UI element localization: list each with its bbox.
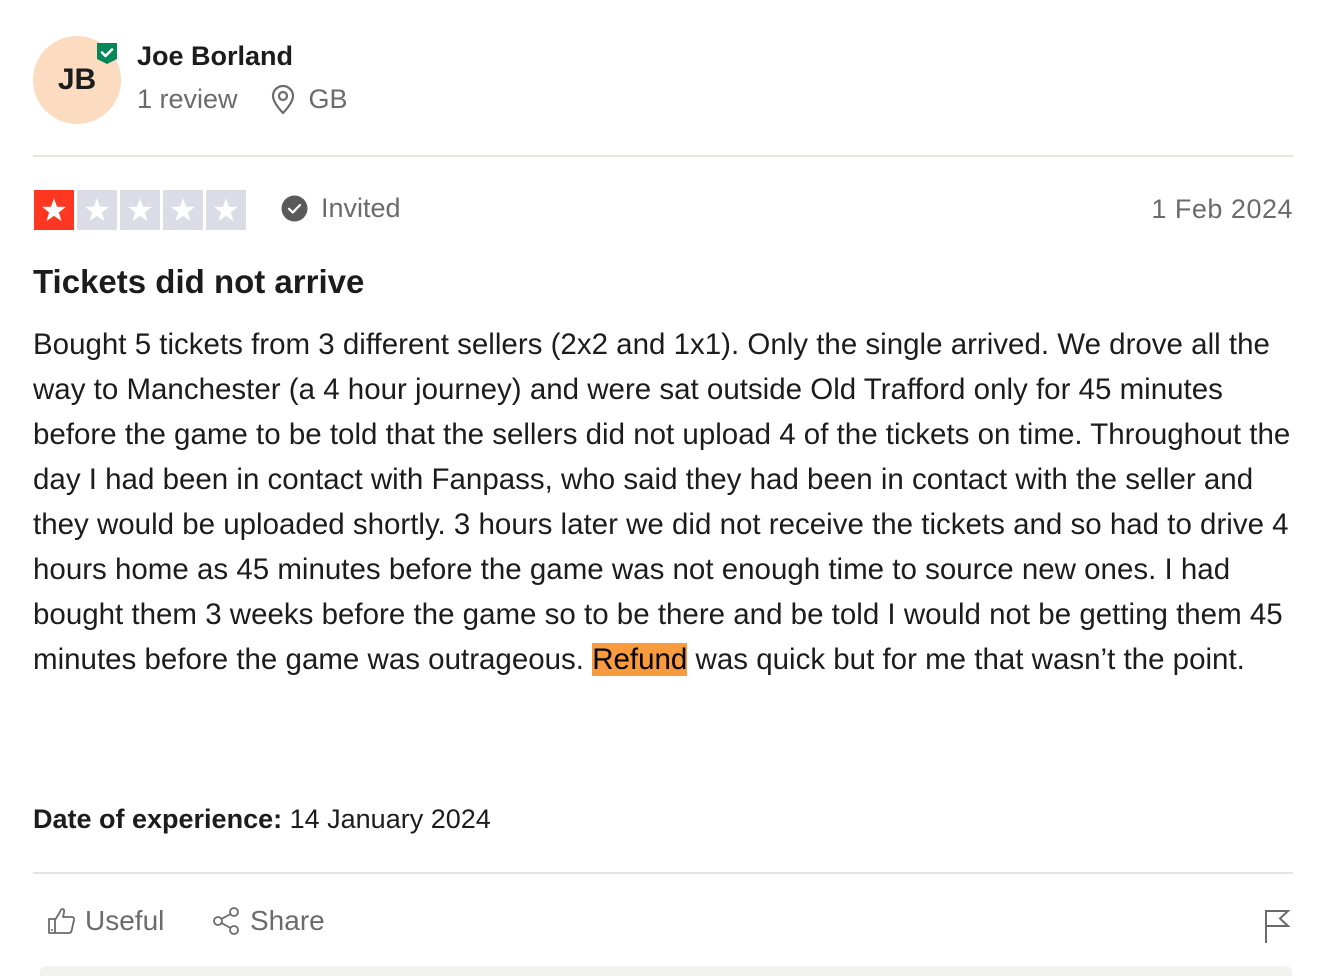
star-empty <box>163 190 203 230</box>
star-filled <box>34 190 74 230</box>
experience-date: 14 January 2024 <box>289 804 491 834</box>
consumer-meta: 1 review GB <box>137 84 348 115</box>
review-text: Bought 5 tickets from 3 different seller… <box>33 328 1291 676</box>
share-label: Share <box>250 905 325 936</box>
star-icon <box>128 198 152 221</box>
check-circle-icon <box>281 195 308 222</box>
star-empty <box>120 190 160 230</box>
star-icon <box>171 198 195 221</box>
review-count: 1 review <box>137 84 238 114</box>
star-empty <box>77 190 117 230</box>
consumer-info: JB Joe Borland 1 review GB <box>33 36 633 126</box>
map-pin-icon <box>271 84 294 114</box>
share-icon <box>213 907 239 935</box>
useful-label: Useful <box>85 905 165 936</box>
verified-badge-icon <box>97 43 117 64</box>
experience-label: Date of experience: <box>33 804 283 834</box>
date-of-experience: Date of experience: 14 January 2024 <box>33 804 491 835</box>
share-button[interactable]: Share <box>212 905 325 937</box>
consumer-location: GB <box>270 84 348 115</box>
report-button[interactable] <box>1263 908 1293 944</box>
invited-label[interactable]: Invited <box>281 193 401 224</box>
thumbs-up-icon <box>48 908 76 934</box>
flag-icon <box>1265 910 1291 943</box>
next-review-card-edge <box>40 966 1292 976</box>
review-actions: Useful Share <box>33 905 1293 949</box>
consumer-name[interactable]: Joe Borland <box>137 41 293 72</box>
review-title[interactable]: Tickets did not arrive <box>33 263 364 301</box>
useful-button[interactable]: Useful <box>47 905 164 937</box>
review-text-end: was quick but for me that wasn’t the poi… <box>687 643 1245 676</box>
location-code: GB <box>308 84 348 114</box>
review-date: 1 Feb 2024 <box>1151 194 1293 224</box>
invited-text: Invited <box>321 193 401 223</box>
highlighted-keyword: Refund <box>592 643 688 676</box>
divider <box>33 155 1293 157</box>
star-rating <box>34 190 246 230</box>
divider <box>33 872 1293 874</box>
star-icon <box>42 198 66 221</box>
star-icon <box>85 198 109 221</box>
star-empty <box>206 190 246 230</box>
rating-row: Invited 1 Feb 2024 <box>33 190 1293 230</box>
avatar-initials: JB <box>57 63 97 96</box>
star-icon <box>214 198 238 221</box>
review-body: Bought 5 tickets from 3 different seller… <box>33 322 1295 682</box>
